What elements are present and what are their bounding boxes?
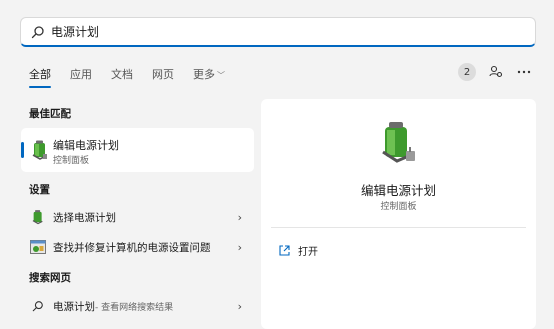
best-match-heading: 最佳匹配 [29,108,71,120]
web-search-query: 电源计划 [53,300,95,313]
detail-panel: 编辑电源计划 控制面板 打开 [261,99,536,329]
best-match-subtitle: 控制面板 [53,156,90,166]
troubleshoot-icon [29,238,47,256]
settings-item-troubleshoot-power[interactable]: 查找并修复计算机的电源设置问题 › [21,234,254,260]
search-box[interactable] [20,17,536,47]
selection-indicator [21,142,24,158]
divider [271,227,526,228]
tab-web[interactable]: 网页 [152,66,174,82]
open-button[interactable]: 打开 [279,243,318,258]
search-input[interactable] [51,24,451,39]
search-icon [31,25,45,39]
chevron-down-icon: ﹀ [217,71,225,80]
more-options-icon[interactable] [516,64,532,80]
header-controls: 2 [458,63,532,81]
settings-item-choose-power-plan[interactable]: 选择电源计划 › [21,204,254,230]
power-plan-icon [382,122,415,163]
open-external-icon [279,245,290,256]
open-button-label: 打开 [298,247,318,258]
tab-more-label: 更多 [193,68,215,81]
rewards-badge[interactable]: 2 [458,63,476,81]
web-search-heading: 搜索网页 [29,272,71,284]
best-match-item[interactable]: 编辑电源计划 控制面板 [21,128,254,172]
switch-account-icon[interactable] [488,64,504,80]
tab-all[interactable]: 全部 [29,66,51,88]
detail-title: 编辑电源计划 [360,183,436,198]
tab-more[interactable]: 更多 ﹀ [193,66,225,82]
chevron-right-icon: › [237,240,242,254]
web-search-item[interactable]: 电源计划 - 查看网络搜索结果 › [21,293,254,319]
power-plan-icon [29,208,47,226]
best-match-name: 编辑电源计划 [53,139,119,152]
chevron-right-icon: › [237,299,242,313]
power-plan-icon [32,140,47,160]
search-icon [29,297,47,315]
settings-item-label: 选择电源计划 [53,211,116,224]
filter-tabs: 全部 应用 文档 网页 更多 ﹀ [29,66,244,88]
settings-heading: 设置 [29,184,50,196]
tab-documents[interactable]: 文档 [111,66,133,82]
web-search-hint: - 查看网络搜索结果 [95,302,174,313]
detail-subtitle: 控制面板 [380,202,417,212]
tab-apps[interactable]: 应用 [70,66,92,82]
settings-item-label: 查找并修复计算机的电源设置问题 [53,241,211,254]
chevron-right-icon: › [237,210,242,224]
